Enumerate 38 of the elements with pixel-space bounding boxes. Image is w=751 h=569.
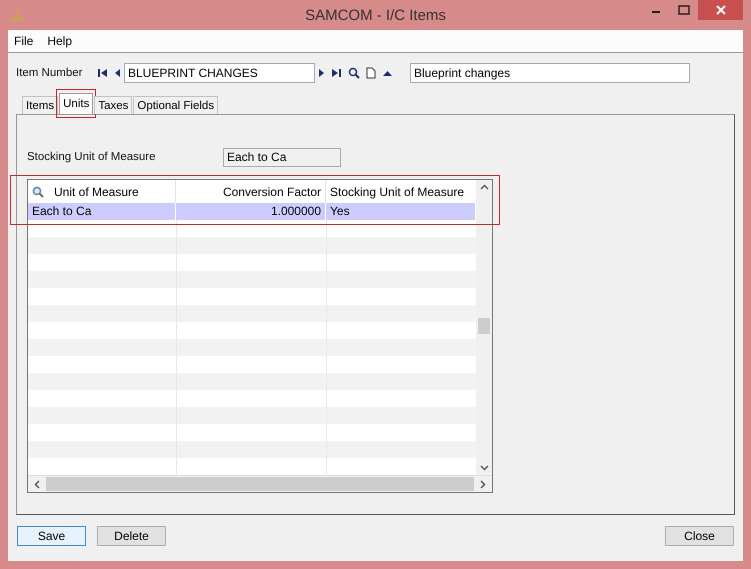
tab[interactable]: Taxes <box>94 96 132 114</box>
next-record-icon[interactable] <box>318 68 325 78</box>
maximize-icon <box>678 5 690 15</box>
horizontal-scrollbar[interactable] <box>28 475 492 492</box>
tab[interactable]: Optional Fields <box>133 96 218 114</box>
column-header-label: Unit of Measure <box>54 184 139 198</box>
close-icon <box>716 5 726 15</box>
scrollbar-thumb[interactable] <box>46 477 474 491</box>
first-record-icon[interactable] <box>97 68 108 78</box>
close-button[interactable] <box>698 0 743 20</box>
search-icon[interactable] <box>348 67 360 79</box>
collapse-icon[interactable] <box>382 69 393 77</box>
scrollbar-thumb[interactable] <box>478 318 490 334</box>
scroll-left-icon <box>34 480 40 488</box>
stocking-unit-field: Each to Ca <box>223 148 341 166</box>
scroll-up-icon <box>480 184 488 190</box>
action-button[interactable]: Close <box>665 526 734 546</box>
previous-record-icon[interactable] <box>114 68 121 78</box>
tab[interactable]: Items <box>22 96 58 114</box>
table-row[interactable]: Each to Ca 1.000000 Yes <box>28 203 476 220</box>
last-record-icon[interactable] <box>331 68 342 78</box>
menu-item[interactable]: File <box>14 34 34 48</box>
window-title: SAMCOM - I/C Items <box>305 6 446 24</box>
description-field[interactable]: Blueprint changes <box>410 63 690 83</box>
new-document-icon[interactable] <box>366 67 376 79</box>
scroll-down-icon <box>480 465 488 471</box>
vertical-scrollbar[interactable] <box>476 180 492 475</box>
item-number-field[interactable]: BLUEPRINT CHANGES <box>124 63 315 83</box>
action-button[interactable]: Delete <box>97 526 166 546</box>
action-button[interactable]: Save <box>17 526 86 546</box>
field-label: Stocking Unit of Measure <box>27 151 156 163</box>
app-icon <box>10 8 24 22</box>
scroll-right-icon <box>480 480 486 488</box>
menu-item[interactable]: Help <box>47 34 72 48</box>
column-header[interactable]: Stocking Unit of Measure <box>326 180 476 203</box>
tab[interactable]: Units <box>59 93 94 114</box>
field-label: Item Number <box>16 67 84 79</box>
search-icon <box>32 186 44 198</box>
